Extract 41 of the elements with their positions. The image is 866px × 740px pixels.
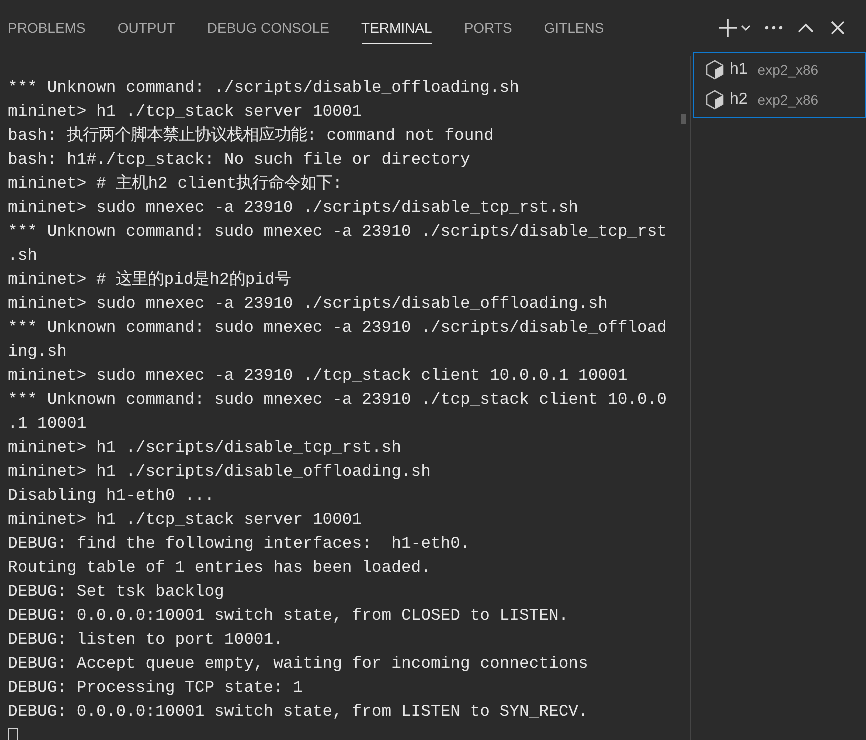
add-terminal-button[interactable] — [718, 18, 752, 38]
terminal-name[interactable]: h2 — [730, 91, 748, 109]
terminal-line: bash: h1#./tcp_stack: No such file or directory — [8, 149, 470, 171]
terminal-line: DEBUG: 0.0.0.0:10001 switch state, from CLOSED to LISTEN. — [8, 605, 569, 627]
cube-icon — [706, 60, 724, 80]
terminal-line: .1 10001 — [8, 413, 87, 435]
terminal-line: mininet> h1 ./scripts/disable_offloading.sh — [8, 461, 431, 483]
terminal-line: bash: 执行两个脚本禁止协议栈相应功能: command not found — [8, 125, 494, 147]
cube-icon — [706, 90, 724, 110]
terminal-line: mininet> # 主机h2 client执行命令如下: — [8, 173, 343, 195]
terminal-line: mininet> h1 ./scripts/disable_tcp_rst.sh — [8, 437, 402, 459]
terminal-line: DEBUG: listen to port 10001. — [8, 629, 284, 651]
terminal-line: .sh — [8, 245, 38, 267]
terminal-detail: exp2_x86 — [758, 62, 819, 78]
terminal-line: DEBUG: Accept queue empty, waiting for incoming connections — [8, 653, 588, 675]
panel-tab[interactable]: PROBLEMS — [8, 12, 86, 44]
panel-tab[interactable]: PORTS — [464, 12, 512, 44]
terminal-line: *** Unknown command: sudo mnexec -a 23910 ./scripts/disable_offload — [8, 317, 668, 339]
terminal-line: mininet> h1 ./tcp_stack server 10001 — [8, 101, 362, 123]
panel-tab[interactable]: OUTPUT — [118, 12, 176, 44]
terminal-line: DEBUG: find the following interfaces: h1-eth0. — [8, 533, 470, 555]
panel-tab[interactable]: DEBUG CONSOLE — [207, 12, 330, 44]
panel-tab[interactable]: GITLENS — [544, 12, 604, 44]
terminal-line: *** Unknown command: ./scripts/disable_offloading.sh — [8, 77, 520, 99]
terminal-line: mininet> sudo mnexec -a 23910 ./tcp_stack client 10.0.0.1 10001 — [8, 365, 628, 387]
terminal-line: DEBUG: 0.0.0.0:10001 switch state, from LISTEN to SYN_RECV. — [8, 701, 588, 723]
terminal-detail: exp2_x86 — [758, 92, 819, 108]
terminal-line: DEBUG: Processing TCP state: 1 — [8, 677, 304, 699]
terminal-line: mininet> sudo mnexec -a 23910 ./scripts/disable_tcp_rst.sh — [8, 197, 578, 219]
panel-tab[interactable]: TERMINAL — [362, 12, 432, 44]
terminal-line: mininet> # 这里的pid是h2的pid号 — [8, 269, 291, 291]
terminal-line: Routing table of 1 entries has been loaded. — [8, 557, 431, 579]
terminal-line: mininet> sudo mnexec -a 23910 ./scripts/disable_offloading.sh — [8, 293, 608, 315]
terminal-line: mininet> h1 ./tcp_stack server 10001 — [8, 509, 362, 531]
terminal-line: *** Unknown command: sudo mnexec -a 23910 ./tcp_stack client 10.0.0 — [8, 389, 668, 411]
terminal-line: ing.sh — [8, 341, 68, 363]
terminal-line: Disabling h1-eth0 ... — [8, 485, 215, 507]
scrollbar-thumb[interactable] — [681, 114, 686, 124]
terminal-line: *** Unknown command: sudo mnexec -a 23910 ./scripts/disable_tcp_rst — [8, 221, 668, 243]
terminal-line: DEBUG: Set tsk backlog — [8, 581, 224, 603]
terminal-name[interactable]: h1 — [730, 61, 748, 79]
